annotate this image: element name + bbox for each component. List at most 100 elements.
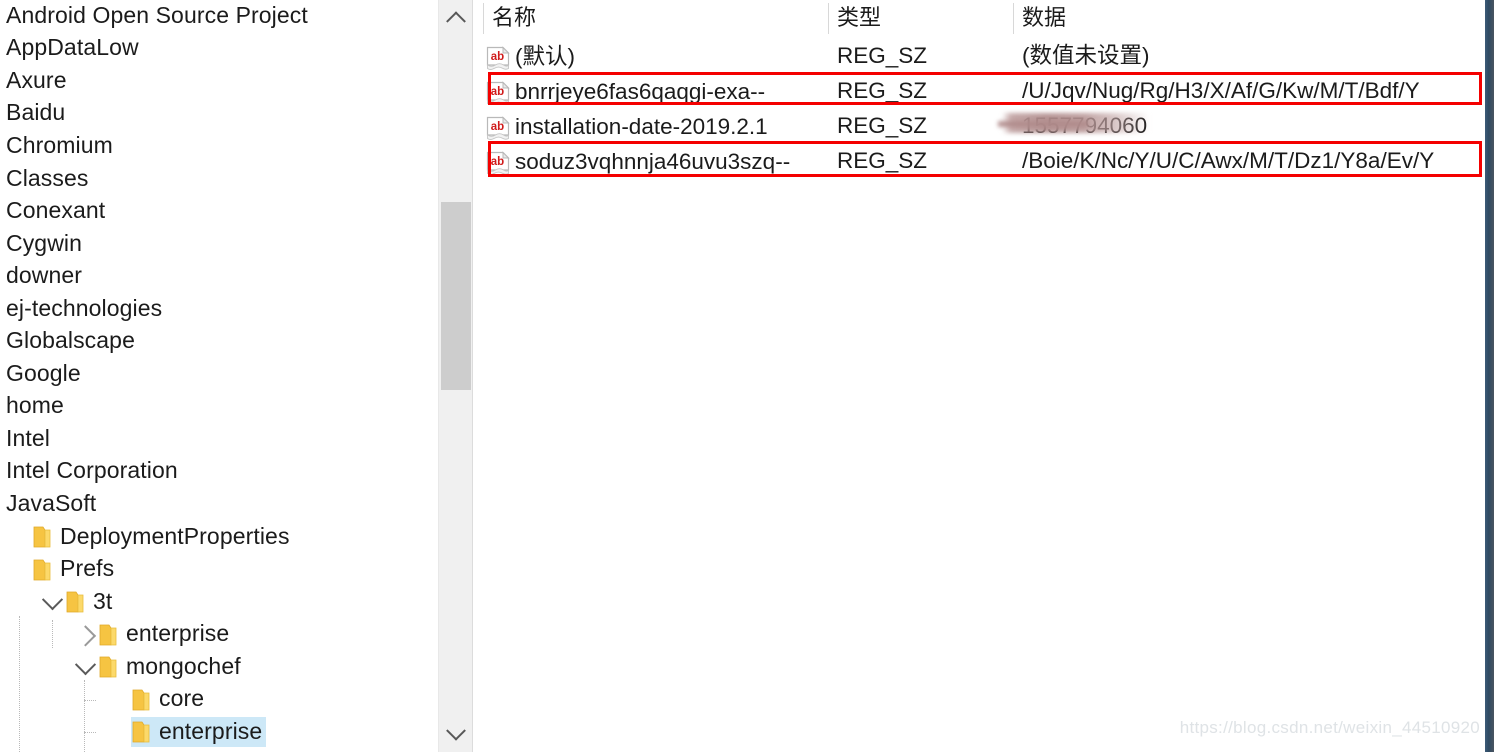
ab-string-icon: ab bbox=[486, 115, 511, 140]
tree-item[interactable]: home bbox=[0, 391, 438, 424]
tree-item[interactable]: Chromium bbox=[0, 130, 438, 163]
tree-item-label: Android Open Source Project bbox=[6, 1, 308, 28]
cell-data: (数值未设置) bbox=[1022, 43, 1150, 68]
tree-item-label: Conexant bbox=[6, 197, 106, 224]
tree-item-content[interactable]: Android Open Source Project bbox=[6, 1, 312, 31]
folder-icon bbox=[65, 591, 85, 613]
column-header-name[interactable]: 名称 bbox=[483, 0, 828, 38]
tree-item[interactable]: Conexant bbox=[0, 195, 438, 228]
ab-string-icon: ab bbox=[486, 150, 511, 175]
tree-item[interactable]: Baidu bbox=[0, 98, 438, 131]
tree-item-label: Intel Corporation bbox=[6, 457, 178, 484]
scrollbar-thumb[interactable] bbox=[441, 202, 471, 390]
svg-text:ab: ab bbox=[491, 86, 504, 98]
chevron-down-icon[interactable] bbox=[39, 586, 65, 618]
cell-name[interactable]: ab installation-date-2019.2.1 bbox=[483, 109, 828, 144]
table-row[interactable]: ab (默认) REG_SZ (数值未设置) bbox=[483, 39, 1486, 74]
tree-vertical-scrollbar[interactable] bbox=[438, 0, 473, 752]
table-row[interactable]: ab soduz3vqhnnja46uvu3szq-- REG_SZ/Boie/K/… bbox=[483, 144, 1486, 179]
tree-guide-line bbox=[19, 615, 20, 752]
expander-placeholder bbox=[105, 716, 131, 748]
tree-item-content[interactable]: Axure bbox=[6, 66, 71, 96]
cell-type: REG_SZ bbox=[837, 148, 928, 173]
tree-item[interactable]: enterprise bbox=[0, 618, 438, 651]
tree-item[interactable]: Prefs bbox=[0, 553, 438, 586]
cell-name[interactable]: ab (默认) bbox=[483, 39, 828, 74]
tree-item-content[interactable]: mongochef bbox=[98, 652, 245, 682]
tree-item-content[interactable]: Cygwin bbox=[6, 229, 86, 259]
tree-item-content[interactable]: enterprise bbox=[98, 620, 233, 650]
value-name-text: installation-date-2019.2.1 bbox=[515, 114, 768, 139]
tree-item-content[interactable]: Intel Corporation bbox=[6, 457, 182, 487]
tree-guide-line bbox=[84, 679, 85, 752]
expander-placeholder bbox=[105, 684, 131, 716]
tree-item-content[interactable]: JavaSoft bbox=[6, 489, 100, 519]
value-name-text: soduz3vqhnnja46uvu3szq-- bbox=[515, 149, 791, 174]
tree-guide-line bbox=[84, 732, 96, 734]
tree-item-content[interactable]: downer bbox=[6, 262, 86, 292]
tree-item-selected-highlight[interactable]: enterprise bbox=[131, 717, 267, 748]
tree-item-content[interactable]: 3t bbox=[65, 587, 116, 617]
tree-item[interactable]: Axure bbox=[0, 65, 438, 98]
folder-icon bbox=[32, 559, 52, 581]
tree-item[interactable]: Google bbox=[0, 358, 438, 391]
tree-item[interactable]: Intel Corporation bbox=[0, 456, 438, 489]
tree-item-content[interactable]: core bbox=[131, 685, 208, 715]
tree-item-label: mongochef bbox=[126, 652, 241, 679]
chevron-down-icon[interactable] bbox=[72, 651, 98, 683]
tree-item-content[interactable]: Chromium bbox=[6, 131, 117, 161]
tree-item-label: Chromium bbox=[6, 131, 113, 158]
tree-item[interactable]: core bbox=[0, 683, 438, 716]
tree-item-content[interactable]: Classes bbox=[6, 164, 93, 194]
tree-item-content[interactable]: home bbox=[6, 392, 68, 422]
tree-item[interactable]: 3t bbox=[0, 586, 438, 619]
tree-item[interactable]: JavaSoft bbox=[0, 488, 438, 521]
registry-values-list[interactable]: 名称 类型 数据 ab (默认) REG_SZ (数值未设置) ab bnrrjeye6f… bbox=[483, 0, 1486, 752]
tree-item[interactable]: Classes bbox=[0, 163, 438, 196]
tree-item[interactable]: ej-technologies bbox=[0, 293, 438, 326]
folder-icon bbox=[98, 624, 118, 646]
tree-item[interactable]: Intel bbox=[0, 423, 438, 456]
tree-item[interactable]: mongochef bbox=[0, 651, 438, 684]
registry-key-tree[interactable]: Android Open Source Project AppDataLow Axu… bbox=[0, 0, 438, 752]
cell-data: 1557794060 bbox=[1022, 113, 1148, 138]
tree-item-content[interactable]: Conexant bbox=[6, 197, 109, 227]
tree-item-label: Cygwin bbox=[6, 229, 83, 256]
tree-item-content[interactable]: ej-technologies bbox=[6, 294, 166, 324]
tree-item-content[interactable]: Intel bbox=[6, 424, 54, 454]
cell-name[interactable]: ab bnrrjeye6fas6qaqgi-exa-- bbox=[483, 74, 828, 109]
svg-text:ab: ab bbox=[491, 156, 504, 168]
tree-item-content[interactable]: Google bbox=[6, 359, 85, 389]
tree-item-label: Globalscape bbox=[6, 327, 135, 354]
tree-item-label: home bbox=[6, 392, 64, 419]
tree-item-label: downer bbox=[6, 262, 83, 289]
table-row[interactable]: ab installation-date-2019.2.1 REG_SZ 155779… bbox=[483, 109, 1486, 144]
cell-name[interactable]: ab soduz3vqhnnja46uvu3szq-- bbox=[483, 144, 828, 179]
tree-item-content[interactable]: Prefs bbox=[32, 555, 118, 585]
cell-data: /Boie/K/Nc/Y/U/C/Awx/M/T/Dz1/Y8a/Ev/Y bbox=[1022, 148, 1435, 173]
chevron-right-icon[interactable] bbox=[72, 619, 98, 651]
scroll-up-arrow-icon[interactable] bbox=[439, 0, 473, 34]
tree-guide-line bbox=[84, 699, 96, 701]
tree-item-content[interactable]: Globalscape bbox=[6, 327, 139, 357]
scroll-down-arrow-icon[interactable] bbox=[439, 718, 473, 752]
table-row[interactable]: ab bnrrjeye6fas6qaqgi-exa-- REG_SZ/U/Jqv/N… bbox=[483, 74, 1486, 109]
tree-item[interactable]: DeploymentProperties bbox=[0, 521, 438, 554]
tree-item-content[interactable]: DeploymentProperties bbox=[32, 522, 294, 552]
tree-item-content[interactable]: AppDataLow bbox=[6, 34, 143, 64]
tree-item[interactable]: AppDataLow bbox=[0, 33, 438, 66]
tree-item-content[interactable]: Baidu bbox=[6, 99, 69, 129]
tree-item[interactable]: enterprise bbox=[0, 716, 438, 749]
column-header-type[interactable]: 类型 bbox=[828, 0, 1013, 38]
tree-item[interactable]: Globalscape bbox=[0, 325, 438, 358]
tree-item[interactable]: downer bbox=[0, 260, 438, 293]
cell-type: REG_SZ bbox=[837, 78, 928, 103]
svg-text:ab: ab bbox=[491, 51, 504, 63]
folder-icon bbox=[32, 526, 52, 548]
watermark-text: https://blog.csdn.net/weixin_44510920 bbox=[1179, 718, 1480, 737]
tree-item-label: Google bbox=[6, 359, 81, 386]
tree-item[interactable]: Cygwin bbox=[0, 228, 438, 261]
tree-item[interactable]: Android Open Source Project bbox=[0, 0, 438, 33]
column-header-data[interactable]: 数据 bbox=[1013, 0, 1486, 38]
tree-guide-line bbox=[52, 620, 53, 649]
